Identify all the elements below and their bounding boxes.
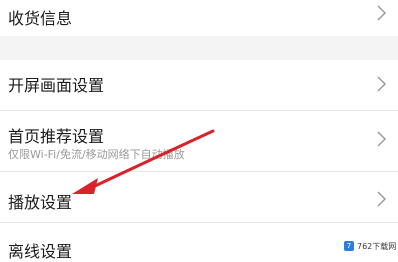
settings-item-label: 收货信息 — [8, 9, 73, 28]
chevron-right-icon — [377, 76, 387, 92]
settings-item-home-recommend[interactable]: 首页推荐设置 仅限Wi-Fi/免流/移动网络下自动播放 — [0, 111, 398, 171]
settings-item-label: 首页推荐设置 — [8, 127, 105, 146]
watermark: 7 762下载网 — [344, 240, 396, 252]
chevron-right-icon — [377, 191, 387, 207]
settings-screen: 收货信息 开屏画面设置 首页推荐设置 仅限Wi-Fi/免流/移动网络下自动播放 … — [0, 0, 398, 262]
settings-item-splash-screen[interactable]: 开屏画面设置 — [0, 60, 398, 110]
settings-item-shipping-info[interactable]: 收货信息 — [0, 0, 398, 36]
settings-item-description: 仅限Wi-Fi/免流/移动网络下自动播放 — [8, 148, 185, 161]
settings-item-label: 播放设置 — [8, 193, 73, 212]
settings-item-playback[interactable]: 播放设置 — [0, 172, 398, 222]
settings-item-label: 开屏画面设置 — [8, 76, 105, 95]
settings-item-label: 离线设置 — [8, 242, 73, 261]
chevron-right-icon — [377, 131, 387, 147]
settings-item-offline[interactable]: 离线设置 — [0, 223, 398, 262]
watermark-text: 762下载网 — [357, 241, 397, 251]
watermark-logo-icon: 7 — [344, 241, 354, 251]
chevron-right-icon — [377, 5, 387, 21]
